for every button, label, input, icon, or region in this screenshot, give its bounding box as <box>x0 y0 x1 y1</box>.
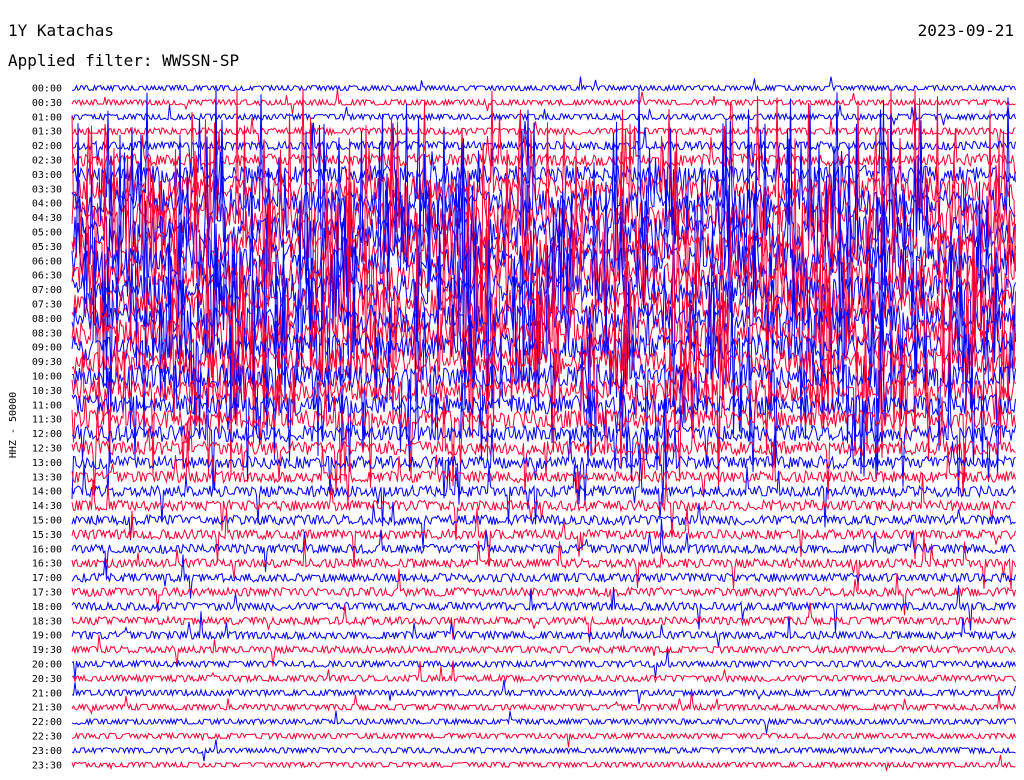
row-label: 21:00 <box>32 688 62 699</box>
row-label: 07:00 <box>32 285 62 296</box>
row-label: 02:30 <box>32 156 62 167</box>
row-label: 11:00 <box>32 400 62 411</box>
row-label: 18:30 <box>32 616 62 627</box>
trace-line <box>71 568 1016 616</box>
row-label: 13:30 <box>32 472 62 483</box>
trace-group <box>71 76 1016 771</box>
row-label: 05:30 <box>32 242 62 253</box>
row-label: 17:00 <box>32 573 62 584</box>
trace-line <box>71 611 1016 648</box>
row-label: 19:30 <box>32 645 62 656</box>
trace-line <box>71 710 1016 734</box>
row-label: 08:00 <box>32 314 62 325</box>
row-label: 07:30 <box>32 300 62 311</box>
row-label: 19:00 <box>32 631 62 642</box>
trace-line <box>71 89 1016 114</box>
trace-line <box>71 739 1016 762</box>
y-axis-label: HHZ - 50000 <box>8 392 19 458</box>
row-label: 08:30 <box>32 328 62 339</box>
trace-line <box>71 754 1016 771</box>
row-label: 12:30 <box>32 444 62 455</box>
row-label-group: 00:00 00:30 01:00 01:30 02:00 02:30 03:00 03:30… <box>32 84 62 772</box>
row-label: 05:00 <box>32 228 62 239</box>
row-label: 11:30 <box>32 415 62 426</box>
row-label: 00:00 <box>32 84 62 95</box>
row-label: 20:00 <box>32 660 62 671</box>
helicorder-chart: 1Y Katachas 2023-09-21 Applied filter: W… <box>8 21 1016 772</box>
date-label: 2023-09-21 <box>918 21 1014 40</box>
row-label: 15:30 <box>32 530 62 541</box>
row-label: 16:30 <box>32 559 62 570</box>
row-label: 02:00 <box>32 141 62 152</box>
row-label: 01:30 <box>32 127 62 138</box>
filter-label: Applied filter: WWSSN-SP <box>8 51 239 70</box>
row-label: 09:00 <box>32 343 62 354</box>
row-label: 16:00 <box>32 544 62 555</box>
row-label: 09:30 <box>32 357 62 368</box>
row-label: 22:00 <box>32 717 62 728</box>
trace-line <box>71 679 1016 705</box>
row-label: 06:30 <box>32 271 62 282</box>
row-label: 13:00 <box>32 458 62 469</box>
row-label: 14:00 <box>32 487 62 498</box>
row-label: 18:00 <box>32 602 62 613</box>
row-label: 20:30 <box>32 674 62 685</box>
row-label: 06:00 <box>32 256 62 267</box>
row-label: 10:00 <box>32 372 62 383</box>
row-label: 12:00 <box>32 429 62 440</box>
trace-line <box>71 731 1016 748</box>
row-label: 00:30 <box>32 98 62 109</box>
row-label: 10:30 <box>32 386 62 397</box>
row-label: 23:30 <box>32 760 62 771</box>
station-title: 1Y Katachas <box>8 21 114 40</box>
row-label: 21:30 <box>32 703 62 714</box>
row-label: 14:30 <box>32 501 62 512</box>
row-label: 03:00 <box>32 170 62 181</box>
row-label: 15:00 <box>32 516 62 527</box>
row-label: 04:30 <box>32 213 62 224</box>
row-label: 03:30 <box>32 184 62 195</box>
trace-line <box>71 76 1016 93</box>
row-label: 23:00 <box>32 746 62 757</box>
row-label: 22:30 <box>32 732 62 743</box>
row-label: 04:00 <box>32 199 62 210</box>
row-label: 01:00 <box>32 112 62 123</box>
trace-line <box>71 102 1016 127</box>
trace-line <box>71 691 1016 715</box>
trace-line <box>71 518 1016 577</box>
row-label: 17:30 <box>32 588 62 599</box>
